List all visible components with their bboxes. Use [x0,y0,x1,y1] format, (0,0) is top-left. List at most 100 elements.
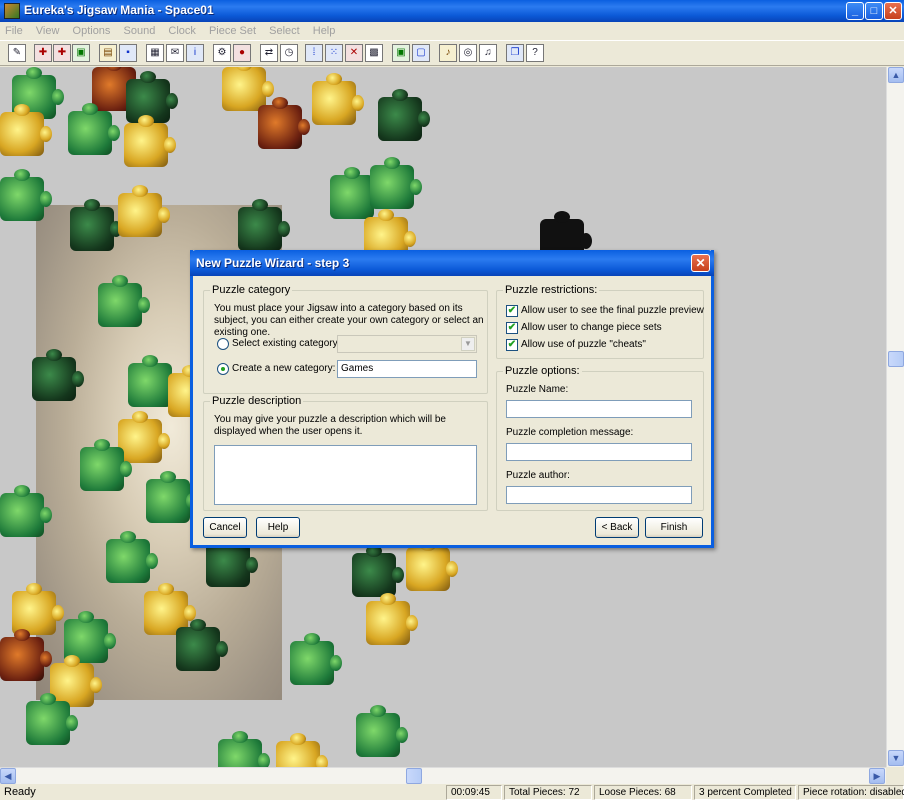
puzzle-piece[interactable] [378,89,430,141]
scroll-up-icon[interactable]: ▲ [888,67,904,83]
open-icon[interactable]: ▤ [99,44,117,62]
menu-help[interactable]: Help [308,22,341,37]
edges-icon[interactable]: ▣ [392,44,410,62]
mail-icon[interactable]: ✉ [166,44,184,62]
preview-checkbox-label: Allow user to see the final puzzle previ… [521,305,704,316]
puzzle-piece[interactable] [118,185,170,237]
status-loose-pieces: Loose Pieces: 68 [594,785,692,800]
change-pieces-checkbox[interactable]: ✔ [506,322,518,334]
horizontal-scrollbar[interactable]: ◀ ▶ [0,767,886,784]
cancel-button[interactable]: Cancel [203,517,247,538]
completion-message-input[interactable] [506,443,692,461]
preview-checkbox[interactable]: ✔ [506,305,518,317]
puzzle-category-text: You must place your Jigsaw into a catego… [214,303,484,338]
wand-icon[interactable]: ✎ [8,44,26,62]
puzzle-piece[interactable] [0,485,52,537]
puzzle-piece[interactable] [98,275,150,327]
vertical-scroll-thumb[interactable] [888,351,904,367]
shuffle-icon[interactable]: ⇄ [260,44,278,62]
existing-category-dropdown[interactable]: ▼ [337,335,477,353]
help-icon[interactable]: ? [526,44,544,62]
cheats-checkbox[interactable]: ✔ [506,339,518,351]
puzzle-piece[interactable] [276,733,328,767]
qr-icon[interactable]: ▩ [365,44,383,62]
create-new-radio[interactable] [217,363,229,375]
chevron-down-icon[interactable]: ▼ [461,337,475,351]
puzzle-piece[interactable] [70,199,122,251]
info-icon[interactable]: i [186,44,204,62]
puzzle-piece[interactable] [406,539,458,591]
menu-piece-set[interactable]: Piece Set [204,22,261,37]
puzzle-name-input[interactable] [506,400,692,418]
dialog-close-icon[interactable]: ✕ [691,254,710,272]
puzzle-description-legend: Puzzle description [210,395,304,407]
puzzle-author-input[interactable] [506,486,692,504]
minimize-button[interactable]: _ [846,2,864,20]
puzzle-piece[interactable] [0,629,52,681]
puzzle-piece[interactable] [0,104,52,156]
sound-icon[interactable]: ♪ [439,44,457,62]
frame-icon[interactable]: ▢ [412,44,430,62]
menu-select[interactable]: Select [264,22,305,37]
grid-icon[interactable]: ⁞ [305,44,323,62]
close-button[interactable]: ✕ [884,2,902,20]
clock-icon[interactable]: ◷ [280,44,298,62]
puzzle-piece[interactable] [68,103,120,155]
print-icon[interactable]: ▦ [146,44,164,62]
puzzle-piece[interactable] [0,169,52,221]
puzzle-piece[interactable] [370,157,422,209]
puzzle-piece[interactable] [312,73,364,125]
back-button[interactable]: < Back [595,517,639,538]
settings-icon[interactable]: ⚙ [213,44,231,62]
puzzle-piece[interactable] [238,199,290,251]
puzzle-piece[interactable] [366,593,418,645]
maximize-button[interactable]: □ [865,2,883,20]
scroll-left-icon[interactable]: ◀ [0,768,16,784]
menu-options[interactable]: Options [68,22,116,37]
puzzle-red-icon[interactable]: ✚ [34,44,52,62]
colors-icon[interactable]: ● [233,44,251,62]
scroll-right-icon[interactable]: ▶ [869,768,885,784]
puzzle-piece[interactable] [118,411,170,463]
vertical-scrollbar[interactable]: ▲ ▼ [886,67,904,767]
cd-icon[interactable]: ◎ [459,44,477,62]
puzzle-piece[interactable] [206,535,258,587]
puzzle-piece[interactable] [128,355,180,407]
scroll-down-icon[interactable]: ▼ [888,750,904,766]
new-category-input[interactable]: Games [337,360,477,378]
menu-bar: File View Options Sound Clock Piece Set … [0,22,904,40]
puzzle-piece[interactable] [218,731,270,767]
select-existing-radio[interactable] [217,338,229,350]
menu-view[interactable]: View [31,22,65,37]
music-icon[interactable]: ♫ [479,44,497,62]
status-time: 00:09:45 [446,785,502,800]
menu-sound[interactable]: Sound [119,22,161,37]
puzzle-piece[interactable] [26,693,78,745]
puzzle-piece[interactable] [124,115,176,167]
help-button[interactable]: Help [256,517,300,538]
puzzle-piece[interactable] [352,545,404,597]
remove-icon[interactable]: ✕ [345,44,363,62]
menu-clock[interactable]: Clock [163,22,201,37]
puzzle-piece[interactable] [106,531,158,583]
horizontal-scroll-thumb[interactable] [406,768,422,784]
puzzle-piece[interactable] [356,705,408,757]
puzzle-description-textarea[interactable] [214,445,477,505]
puzzle-piece[interactable] [222,67,274,111]
picture-icon[interactable]: ▣ [72,44,90,62]
finish-button[interactable]: Finish [645,517,703,538]
puzzle-piece[interactable] [330,167,382,219]
puzzle-piece[interactable] [258,97,310,149]
puzzle-piece[interactable] [32,349,84,401]
puzzle-red2-icon[interactable]: ✚ [53,44,71,62]
puzzle-piece[interactable] [176,619,228,671]
puzzle-piece[interactable] [146,471,198,523]
dialog-titlebar: New Puzzle Wizard - step 3 ✕ [190,250,714,276]
copy-icon[interactable]: ❐ [506,44,524,62]
menu-file[interactable]: File [0,22,28,37]
save-icon[interactable]: ▪ [119,44,137,62]
puzzle-piece[interactable] [290,633,342,685]
new-puzzle-wizard-dialog: New Puzzle Wizard - step 3 ✕ Puzzle cate… [190,250,714,548]
grid-select-icon[interactable]: ⁙ [325,44,343,62]
puzzle-piece[interactable] [80,439,132,491]
